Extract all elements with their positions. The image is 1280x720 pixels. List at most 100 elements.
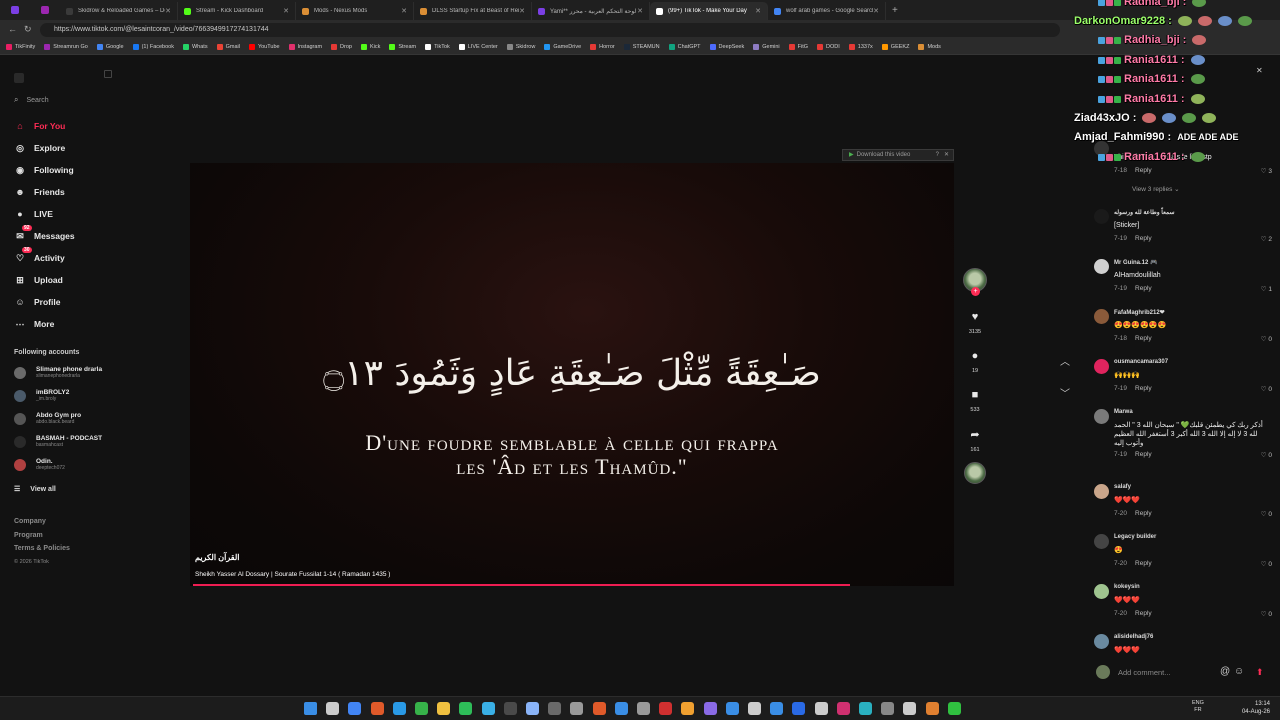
comment-username[interactable]: Mr Guina.12 🎮 [1114,259,1157,266]
reply-button[interactable]: Reply [1135,285,1152,292]
video-player[interactable]: صَـٰعِقَةً مِّثْلَ صَـٰعِقَةِ عَادٍ وَثَ… [190,163,954,586]
taskbar-app-icon[interactable] [770,702,784,715]
taskbar-app-icon[interactable] [415,702,428,715]
close-download-icon[interactable]: ✕ [944,150,949,160]
comment-username[interactable]: ousmancamara307 [1114,359,1168,365]
taskbar-app-icon[interactable] [348,702,362,715]
tiktok-logo[interactable] [14,70,74,83]
bookmark-item[interactable]: Whats [182,44,208,50]
browser-app-icon[interactable] [30,1,60,19]
comment-username[interactable]: Marwa [1114,409,1133,415]
sidebar-item-upload[interactable]: ⊞ Upload [14,274,63,286]
sidebar-item-for-you[interactable]: ⌂ For You [14,120,65,132]
creator-avatar[interactable]: + [963,268,987,296]
bookmark-item[interactable]: Mods [918,44,941,50]
comment-avatar[interactable] [1094,259,1109,274]
close-tab-icon[interactable]: ✕ [637,7,643,15]
taskbar-app-icon[interactable] [947,702,961,715]
close-tab-icon[interactable]: ✕ [873,7,879,15]
sidebar-item-activity[interactable]: ♡ 30 Activity [14,247,65,264]
add-comment-input[interactable]: Add comment... [1118,668,1171,677]
bookmark-item[interactable]: 1337x [848,44,873,50]
comment-like-button[interactable]: ♡ 0 [1261,385,1272,393]
comment-avatar[interactable] [1094,634,1109,649]
bookmark-item[interactable]: Drop [331,44,352,50]
browser-tab[interactable]: DLSS Startup Fix at Beast of Rein ✕ [414,2,532,20]
following-account[interactable]: Abdo Gym pro abdo.black.beard [14,412,81,425]
save-button[interactable]: ■ 533 [963,389,987,413]
search-input[interactable]: ⌕ Search [14,94,164,106]
taskbar-app-icon[interactable] [703,702,717,715]
following-account[interactable]: Odin. deeptech072 [14,458,65,471]
taskbar-app-icon[interactable] [748,702,761,715]
comment-avatar[interactable] [1094,534,1109,549]
back-icon[interactable]: ← [8,24,17,34]
view-replies-button[interactable]: View 3 replies ⌄ [1132,185,1180,193]
taskbar-app-icon[interactable] [681,702,695,715]
sidebar-item-more[interactable]: ⋯ More [14,318,55,330]
sound-avatar[interactable] [963,462,987,484]
comment-username[interactable]: Legacy builder [1114,534,1156,540]
bookmark-item[interactable]: Gemini [753,44,780,50]
next-video-icon[interactable]: ﹀ [1060,385,1070,400]
taskbar-app-icon[interactable] [326,702,340,715]
share-button[interactable]: ➦ 161 [963,428,987,453]
bookmark-item[interactable]: Streamrun Go [44,44,88,50]
comment-avatar[interactable] [1094,484,1109,499]
comment-button[interactable]: ● 19 [963,350,987,374]
like-button[interactable]: ♥ 3135 [963,311,987,335]
close-tab-icon[interactable]: ✕ [401,7,407,15]
reply-button[interactable]: Reply [1135,385,1152,392]
bookmark-item[interactable]: ChatGPT [668,44,701,50]
browser-tab[interactable]: Yami** لوحة التحكم العربية - محرر ✕ [532,2,650,20]
close-tab-icon[interactable]: ✕ [519,7,525,15]
comment-username[interactable]: salafy [1114,484,1131,490]
footer-link[interactable]: Terms & Policies [14,545,70,552]
comment-like-button[interactable]: ♡ 0 [1261,335,1272,343]
sidebar-item-profile[interactable]: ☺ Profile [14,296,60,308]
comment-username[interactable]: سمعاً وطاعة لله ورسوله [1114,209,1175,216]
taskbar-app-icon[interactable] [614,702,628,715]
taskbar-app-icon[interactable] [903,702,917,715]
comment-username[interactable]: FafaMaghrib212❤ [1114,309,1165,316]
follow-plus-icon[interactable]: + [971,287,980,296]
taskbar-app-icon[interactable] [881,702,895,715]
reply-button[interactable]: Reply [1135,451,1152,458]
following-account[interactable]: BASMAH - PODCAST basmahcast [14,435,102,448]
bookmark-item[interactable]: STEAMUN [623,44,660,50]
bookmark-item[interactable]: GameDrive [544,44,581,50]
reply-button[interactable]: Reply [1135,167,1152,174]
browser-tab[interactable]: Skidrow & Reloaded Games – Do ✕ [60,2,178,20]
bookmark-item[interactable]: TikTok [425,44,450,50]
bookmark-item[interactable]: (1) Facebook [132,44,174,50]
taskbar-app-icon[interactable] [570,702,584,715]
send-icon[interactable]: ⬆ [1256,667,1264,678]
comment-like-button[interactable]: ♡ 3 [1261,167,1272,175]
previous-video-icon[interactable]: ︿ [1060,353,1070,368]
taskbar-app-icon[interactable] [659,702,673,715]
emoji-icon[interactable]: ☺ [1234,666,1244,677]
view-all-button[interactable]: ☰ View all [14,485,56,494]
following-account[interactable]: imBROLY2 _im.broly [14,389,69,402]
comment-username[interactable]: kokeysin [1114,584,1140,590]
taskbar-app-icon[interactable] [503,702,517,715]
sidebar-item-messages[interactable]: ✉ 92 Messages [14,225,75,242]
reload-icon[interactable]: ↻ [24,24,32,35]
collapse-sidebar-icon[interactable] [104,70,112,78]
taskbar-app-icon[interactable] [481,702,495,715]
following-account[interactable]: Slimane phone drarla slimanephonedrarla [14,366,102,379]
comment-like-button[interactable]: ♡ 1 [1261,285,1272,293]
taskbar-app-icon[interactable] [304,702,317,715]
system-clock[interactable]: 13:14 04-Aug-26 [1242,700,1270,716]
taskbar-app-icon[interactable] [370,702,384,715]
mention-icon[interactable]: @ [1220,666,1230,677]
taskbar-app-icon[interactable] [814,702,828,715]
reply-button[interactable]: Reply [1135,235,1152,242]
taskbar-app-icon[interactable] [526,702,539,715]
bookmark-item[interactable]: Stream [389,44,416,50]
bookmark-item[interactable]: Kick [360,44,380,50]
bookmark-item[interactable]: DODI [817,44,840,50]
bookmark-item[interactable]: YouTube [248,44,280,50]
browser-tab[interactable]: Stream - Kick Dashboard ✕ [178,2,296,20]
taskbar-app-icon[interactable] [459,702,473,715]
